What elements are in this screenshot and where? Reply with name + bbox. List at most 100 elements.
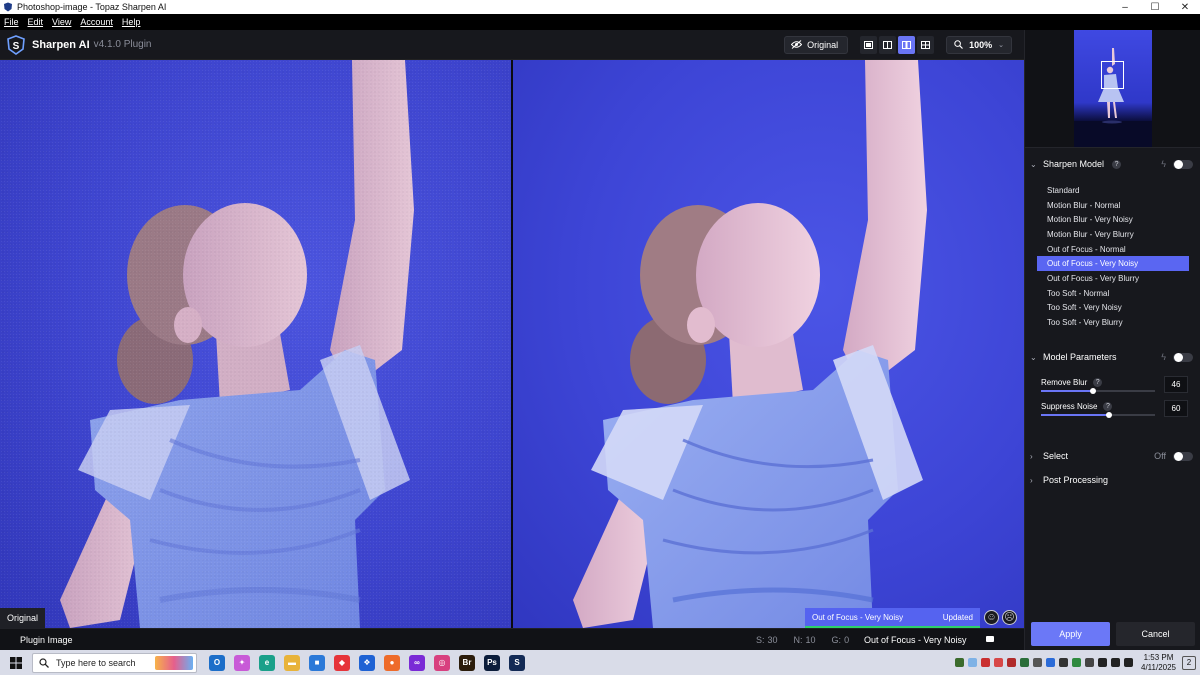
menu-account[interactable]: Account [80,17,113,27]
sharpen-model-item[interactable]: Motion Blur - Very Noisy [1037,212,1189,227]
tray-icon-11[interactable] [1085,658,1094,667]
grain-overlay [0,60,511,628]
tray-icon-2[interactable] [968,658,977,667]
menu-view[interactable]: View [52,17,71,27]
status-model-name: Out of Focus - Very Noisy [812,612,904,622]
taskbar-app-dropbox-icon[interactable]: ❖ [359,654,375,671]
tray-icon-9[interactable] [1059,658,1068,667]
view-side-by-side-button[interactable] [898,35,916,54]
help-icon[interactable]: ? [1093,378,1103,387]
face-happy-icon[interactable]: ☺ [984,610,999,625]
bluetooth-icon[interactable] [1046,658,1055,667]
sharpen-model-item[interactable]: Out of Focus - Normal [1037,242,1189,257]
tray-icon-7[interactable] [1033,658,1042,667]
sharpen-model-item[interactable]: Too Soft - Very Noisy [1037,301,1189,316]
windows-taskbar: Type here to search O ✦ e ▬ ■ ◆ ❖ ● ∞ ◎ Br Ps S 1:53… [0,650,1200,675]
wifi-icon[interactable] [1098,658,1107,667]
taskbar-app-store-icon[interactable]: ■ [309,654,325,671]
taskbar-app-instagram-icon[interactable]: ◎ [434,654,450,671]
face-sad-icon[interactable]: ☹ [1002,610,1017,625]
taskbar-search[interactable]: Type here to search [32,652,197,673]
auto-model-toggle[interactable] [1173,159,1193,169]
help-icon[interactable]: ? [1103,402,1113,411]
select-toggle[interactable] [1173,451,1193,461]
suppress-noise-thumb[interactable] [1106,412,1113,418]
svg-text:S: S [13,41,20,52]
taskbar-app-outlook-icon[interactable]: O [209,654,225,671]
tray-icon-6[interactable] [1020,658,1029,667]
tray-icon-4[interactable] [994,658,1003,667]
navigator-viewport-box[interactable] [1101,61,1124,89]
tray-icons [955,658,1133,667]
post-processing-title: Post Processing [1043,475,1109,485]
sharpen-model-item[interactable]: Motion Blur - Very Blurry [1037,227,1189,242]
minimize-button[interactable]: – [1110,0,1140,14]
taskbar-app-app-infinity-icon[interactable]: ∞ [409,654,425,671]
taskbar-app-copilot-icon[interactable]: ✦ [234,654,250,671]
eye-off-icon [791,40,803,49]
apply-button[interactable]: Apply [1031,622,1110,646]
side-by-side-icon [902,40,912,49]
sharpen-model-item[interactable]: Too Soft - Normal [1037,286,1189,301]
sharpen-model-item[interactable]: Standard [1037,183,1189,198]
app-header: S Sharpen AI v4.1.0 Plugin Original 100%… [0,30,1024,60]
taskbar-app-sharpen-ai-icon[interactable]: S [509,654,525,671]
taskbar-app-file-explorer-icon[interactable]: ▬ [284,654,300,671]
model-parameters-header[interactable]: ⌄ Model Parameters ϟ [1025,348,1200,366]
remove-blur-thumb[interactable] [1090,388,1097,394]
camera-icon[interactable] [986,636,994,642]
close-button[interactable]: ✕ [1170,0,1200,14]
taskbar-app-firefox-icon[interactable]: ● [384,654,400,671]
zoom-dropdown[interactable]: 100% ⌄ [946,35,1012,54]
app-version: v4.1.0 Plugin [93,39,152,50]
sharpen-model-item[interactable]: Out of Focus - Very Noisy [1037,256,1189,272]
sharpen-model-header[interactable]: ⌄ Sharpen Model ? ϟ [1025,155,1200,173]
view-single-button[interactable] [860,35,878,54]
menu-edit[interactable]: Edit [28,17,44,27]
remove-blur-slider[interactable] [1041,388,1155,394]
notification-center-button[interactable]: 2 [1182,655,1196,670]
suppress-noise-slider[interactable] [1041,412,1155,418]
remove-blur-value[interactable]: 46 [1164,376,1188,393]
sharpen-model-item[interactable]: Out of Focus - Very Blurry [1037,271,1189,286]
post-processing-header[interactable]: › Post Processing [1025,471,1200,489]
battery-icon[interactable] [1124,658,1133,667]
parameter-readout: S: 30 N: 10 G: 0 [756,635,849,645]
processed-preview-pane[interactable] [513,60,1024,628]
navigator-thumbnail[interactable] [1074,30,1152,147]
taskbar-clock[interactable]: 1:53 PM 4/11/2025 [1141,653,1176,673]
volume-icon[interactable] [1111,658,1120,667]
chevron-down-icon: ⌄ [1030,352,1037,362]
original-toggle-button[interactable]: Original [784,35,849,54]
window-title: Photoshop-image - Topaz Sharpen AI [17,2,167,12]
menu-file[interactable]: File [4,17,19,27]
select-header[interactable]: › Select Off [1025,447,1200,465]
tray-icon-3[interactable] [981,658,990,667]
search-placeholder: Type here to search [56,657,136,668]
auto-params-toggle[interactable] [1173,352,1193,362]
view-split-button[interactable] [879,35,897,54]
help-icon[interactable]: ? [1112,159,1122,169]
tray-icon-10[interactable] [1072,658,1081,667]
tray-icon-1[interactable] [955,658,964,667]
original-preview-pane[interactable] [0,60,511,628]
original-label: Original [807,39,839,50]
taskbar-app-edge-icon[interactable]: e [259,654,275,671]
suppress-noise-value[interactable]: 60 [1164,400,1188,417]
windows-logo-icon [10,656,22,669]
start-button[interactable] [0,650,32,675]
status-state: Updated [942,612,973,622]
sharpen-model-item[interactable]: Motion Blur - Normal [1037,198,1189,213]
sharpen-model-list: Standard Motion Blur - Normal Motion Blur … [1037,183,1189,330]
auto-bolt-icon: ϟ [1161,159,1166,169]
taskbar-app-photoshop-icon[interactable]: Ps [484,654,500,671]
cancel-button[interactable]: Cancel [1116,622,1195,646]
menu-help[interactable]: Help [122,17,141,27]
tray-icon-5[interactable] [1007,658,1016,667]
auto-bolt-icon: ϟ [1161,352,1166,362]
view-grid-button[interactable] [917,35,935,54]
taskbar-app-bridge-icon[interactable]: Br [459,654,475,671]
taskbar-app-app-red-icon[interactable]: ◆ [334,654,350,671]
maximize-button[interactable]: ☐ [1140,0,1170,14]
sharpen-model-item[interactable]: Too Soft - Very Blurry [1037,315,1189,330]
